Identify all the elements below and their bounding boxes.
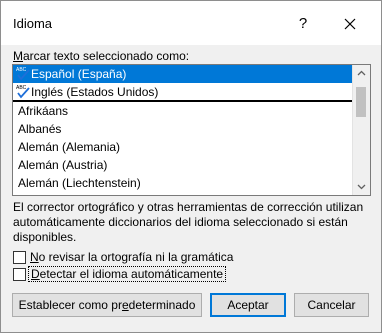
chevron-down-icon — [357, 184, 366, 190]
detectar-idioma-checkbox[interactable]: Detectar el idioma automáticamente — [13, 266, 333, 283]
language-list-item[interactable]: ABC Español (España) — [13, 65, 353, 83]
svg-text:ABC: ABC — [16, 85, 27, 91]
svg-text:ABC: ABC — [16, 67, 27, 73]
spellcheck-abc-icon: ABC — [16, 85, 30, 99]
language-label: Inglés (Estados Unidos) — [31, 85, 159, 99]
info-text: El corrector ortográfico y otras herrami… — [13, 200, 364, 244]
set-default-button[interactable]: Establecer como predeterminado — [12, 293, 202, 317]
no-revisar-label: No revisar la ortografía ni la gramática — [30, 250, 234, 264]
dialog-title: Idioma — [13, 16, 53, 31]
language-label: Alemán (Liechtenstein) — [18, 176, 141, 190]
language-label: Alemán (Luxemburgo) — [18, 194, 137, 195]
checkbox-box[interactable] — [13, 268, 26, 281]
scroll-thumb[interactable] — [356, 87, 366, 117]
ok-button[interactable]: Aceptar — [210, 293, 286, 317]
help-button[interactable]: ? — [288, 9, 318, 39]
help-icon: ? — [298, 15, 308, 32]
language-list-item[interactable]: Alemán (Luxemburgo) — [13, 192, 353, 195]
chevron-up-icon — [357, 70, 366, 76]
language-list-item[interactable]: Alemán (Austria) — [13, 156, 353, 174]
language-list-item[interactable]: Alemán (Liechtenstein) — [13, 174, 353, 192]
no-revisar-checkbox[interactable]: No revisar la ortografía ni la gramática — [13, 250, 333, 266]
language-list-item[interactable]: Albanés — [13, 120, 353, 138]
language-rows: ABC Español (España) ABC Inglés (Estados Un… — [13, 65, 353, 195]
language-list-item[interactable]: Alemán (Alemania) — [13, 138, 353, 156]
language-listbox[interactable]: ABC Español (España) ABC Inglés (Estados Un… — [12, 64, 371, 196]
title-bar: Idioma ? — [1, 1, 381, 45]
language-label: Alemán (Alemania) — [18, 140, 121, 154]
checkbox-box[interactable] — [13, 251, 26, 264]
spellcheck-abc-icon: ABC — [16, 67, 30, 81]
language-list-item[interactable]: ABC Inglés (Estados Unidos) — [13, 83, 353, 102]
language-list-item[interactable]: Afrikáans — [13, 102, 353, 120]
language-list-label: Marcar texto seleccionado como: — [13, 49, 190, 63]
language-label: Alemán (Austria) — [18, 158, 108, 172]
cancel-button[interactable]: Cancelar — [294, 293, 369, 317]
close-button[interactable] — [335, 9, 365, 39]
scroll-down-button[interactable] — [353, 178, 370, 195]
scroll-up-button[interactable] — [353, 65, 370, 82]
language-label: Afrikáans — [18, 104, 69, 118]
detectar-idioma-label: Detectar el idioma automáticamente — [28, 266, 227, 282]
vertical-scrollbar[interactable] — [352, 65, 370, 195]
close-icon — [344, 18, 356, 30]
language-label: Español (España) — [31, 67, 127, 81]
language-label: Albanés — [18, 122, 62, 136]
language-dialog: Idioma ? Marcar texto seleccionado como:… — [0, 0, 382, 333]
